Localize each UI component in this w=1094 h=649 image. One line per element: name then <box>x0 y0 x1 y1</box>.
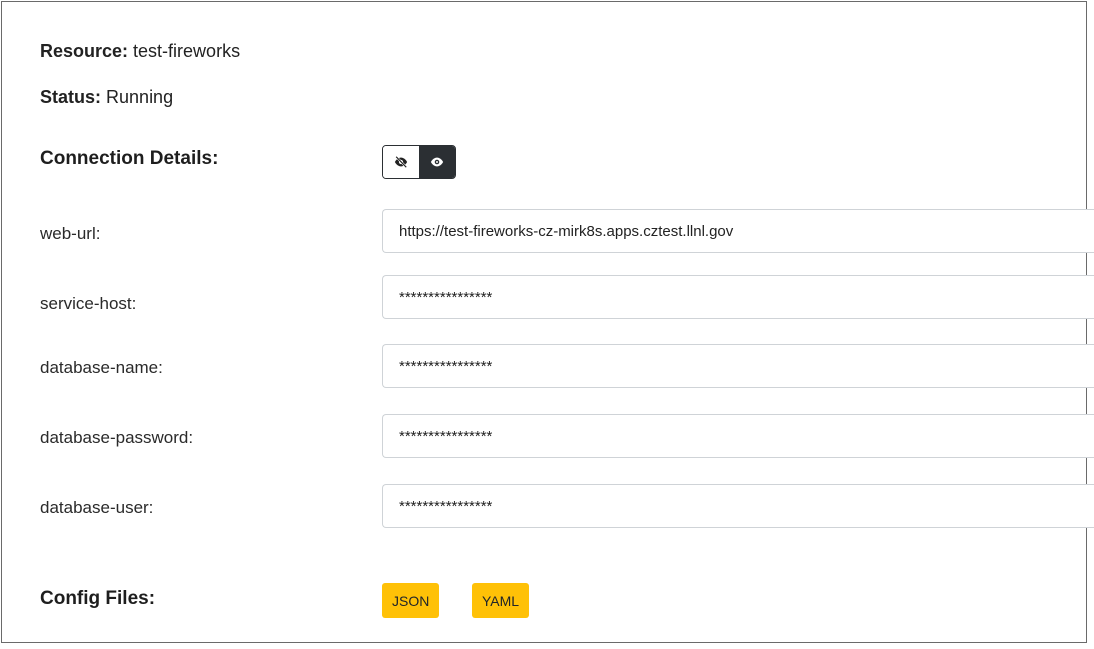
resource-row: Resource: test-fireworks <box>40 40 240 62</box>
resource-label: Resource: <box>40 41 129 61</box>
field-label-web-url: web-url: <box>40 224 101 243</box>
field-label-service-host: service-host: <box>40 294 137 313</box>
connection-details-heading: Connection Details: <box>40 148 219 169</box>
hide-values-button[interactable] <box>383 146 419 178</box>
database-user-field[interactable] <box>382 484 1094 528</box>
visibility-toggle-group <box>382 145 456 179</box>
service-host-field[interactable] <box>382 275 1094 319</box>
database-name-field[interactable] <box>382 344 1094 388</box>
resource-value: test-fireworks <box>133 41 241 61</box>
eye-slash-icon <box>394 155 408 169</box>
yaml-config-button[interactable]: YAML <box>472 583 530 618</box>
web-url-field[interactable] <box>382 209 1094 253</box>
field-label-database-user: database-user: <box>40 498 154 517</box>
status-label: Status: <box>40 87 102 107</box>
field-label-database-password: database-password: <box>40 428 194 447</box>
eye-icon <box>430 157 444 167</box>
field-label-database-name: database-name: <box>40 358 163 377</box>
status-value: Running <box>106 87 174 107</box>
database-password-field[interactable] <box>382 414 1094 458</box>
config-files-heading: Config Files: <box>40 588 156 609</box>
status-row: Status: Running <box>40 86 173 108</box>
show-values-button[interactable] <box>419 146 455 178</box>
json-config-button[interactable]: JSON <box>382 583 440 618</box>
